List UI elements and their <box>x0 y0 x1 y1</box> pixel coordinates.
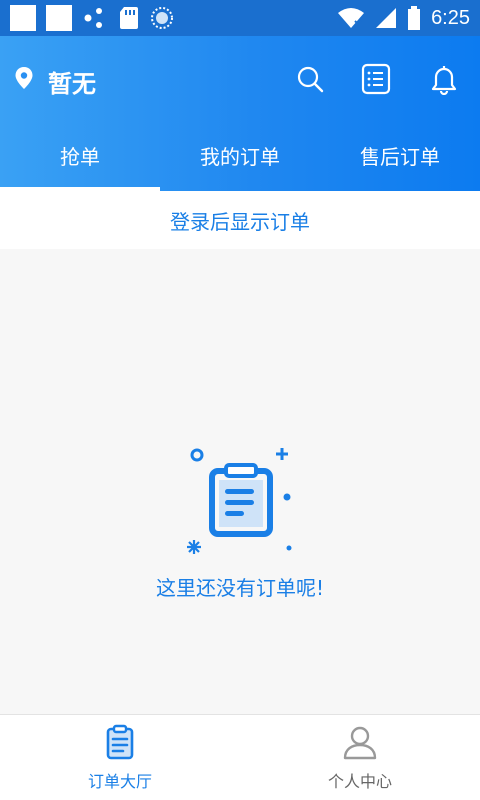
sd-card-icon <box>120 7 138 29</box>
empty-state-message: 这里还没有订单呢! <box>155 576 325 600</box>
clipboard-icon <box>106 724 134 759</box>
search-icon[interactable] <box>294 63 326 95</box>
nav-personal-center[interactable]: 个人中心 <box>240 715 480 800</box>
list-icon[interactable] <box>360 63 392 95</box>
empty-clipboard-illustration <box>187 448 292 554</box>
nav-order-hall[interactable]: 订单大厅 <box>0 715 240 800</box>
map-pin-icon[interactable] <box>12 66 36 90</box>
status-right-icons: 6:25 <box>337 6 470 30</box>
battery-icon <box>408 6 421 30</box>
tab-grab-order[interactable]: 抢单 <box>0 120 160 191</box>
tab-label: 售后订单 <box>360 145 440 169</box>
bottom-nav: 订单大厅 个人中心 <box>0 714 480 800</box>
nav-label: 个人中心 <box>327 771 392 791</box>
order-tabs: 抢单 我的订单 售后订单 <box>0 120 480 191</box>
loading-circle-icon <box>151 7 173 29</box>
tab-my-orders[interactable]: 我的订单 <box>160 120 320 191</box>
tab-label: 抢单 <box>60 145 100 169</box>
login-hint-link[interactable]: 登录后显示订单 <box>0 191 480 249</box>
nav-label: 订单大厅 <box>87 771 152 791</box>
top-bar: 暂无 <box>0 36 480 120</box>
share-dots-icon <box>84 8 102 28</box>
header: 暂无 抢单 我的订单 售后订单 <box>0 36 480 191</box>
bell-icon[interactable] <box>428 63 460 95</box>
status-time: 6:25 <box>431 6 470 29</box>
person-icon <box>343 726 377 759</box>
tab-label: 我的订单 <box>200 145 280 169</box>
tab-after-sales[interactable]: 售后订单 <box>320 120 480 191</box>
status-left-icons <box>10 5 174 31</box>
wifi-icon <box>338 8 365 28</box>
signal-icon <box>376 8 397 28</box>
notification-square-icon <box>46 5 72 31</box>
notification-square-icon <box>10 5 36 31</box>
location-label[interactable]: 暂无 <box>48 64 96 99</box>
status-bar: 6:25 <box>0 0 480 36</box>
login-hint-text: 登录后显示订单 <box>170 209 310 234</box>
